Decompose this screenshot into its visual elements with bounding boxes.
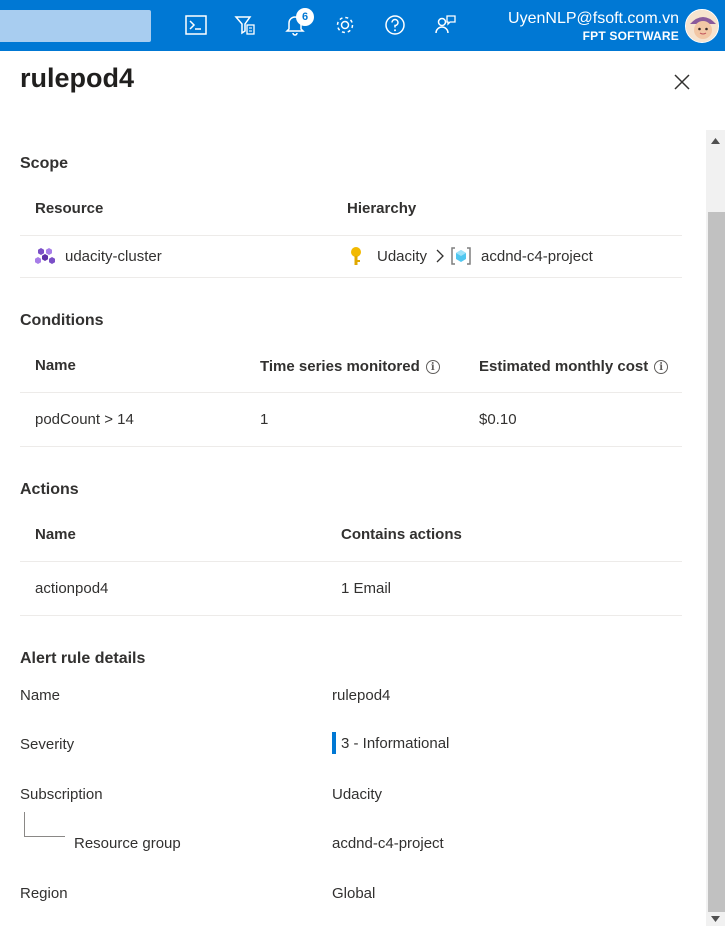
tree-connector xyxy=(24,812,65,837)
search-input[interactable] xyxy=(0,10,151,42)
conditions-column-time-series-label: Time series monitored xyxy=(260,358,420,375)
divider xyxy=(20,615,682,616)
info-icon[interactable]: i xyxy=(425,360,440,375)
detail-name-label: Name xyxy=(20,687,61,704)
scope-resource-name: udacity-cluster xyxy=(65,247,162,265)
account-info[interactable]: UyenNLP@fsoft.com.vn FPT SOFTWARE xyxy=(508,9,679,44)
top-bar: 6 UyenNLP@fsoft.com.vn FPT SOFTWARE xyxy=(0,0,725,51)
detail-resource-group-value: acdnd-c4-project xyxy=(332,835,444,852)
detail-severity-value: 3 - Informational xyxy=(332,732,449,754)
conditions-column-cost-label: Estimated monthly cost xyxy=(479,358,649,375)
details-heading: Alert rule details xyxy=(20,650,146,667)
conditions-column-time-series: Time series monitored i xyxy=(260,358,440,375)
notification-badge: 6 xyxy=(296,8,314,26)
action-contains: 1 Email xyxy=(341,580,392,597)
scope-resource[interactable]: udacity-cluster xyxy=(35,246,162,266)
condition-cost: $0.10 xyxy=(479,411,517,428)
hierarchy-subscription[interactable]: Udacity xyxy=(377,248,427,265)
detail-subscription-value: Udacity xyxy=(332,786,383,803)
conditions-column-cost: Estimated monthly cost i xyxy=(479,358,671,375)
scope-column-resource: Resource xyxy=(35,200,104,217)
hierarchy-resource-group[interactable]: acdnd-c4-project xyxy=(481,248,593,265)
account-email: UyenNLP@fsoft.com.vn xyxy=(508,10,679,27)
avatar[interactable] xyxy=(685,9,719,43)
severity-text: 3 - Informational xyxy=(341,734,450,752)
divider xyxy=(20,277,682,278)
action-group-name[interactable]: actionpod4 xyxy=(35,580,108,597)
scope-hierarchy: Udacity acdnd-c4-project xyxy=(349,246,593,266)
severity-indicator xyxy=(332,732,336,754)
detail-region-value: Global xyxy=(332,885,376,902)
divider xyxy=(20,561,682,562)
divider xyxy=(20,446,682,447)
detail-resource-group-label: Resource group xyxy=(74,835,181,852)
cloud-shell-icon[interactable] xyxy=(181,10,211,40)
scope-heading: Scope xyxy=(20,155,69,172)
scroll-up-arrow-icon[interactable] xyxy=(706,132,725,150)
account-org: FPT SOFTWARE xyxy=(582,29,679,43)
divider xyxy=(20,392,682,393)
detail-region-label: Region xyxy=(20,885,68,902)
scroll-down-arrow-icon[interactable] xyxy=(706,912,725,926)
info-icon[interactable]: i xyxy=(654,360,669,375)
detail-severity-label: Severity xyxy=(20,736,75,753)
divider xyxy=(20,235,682,236)
actions-heading: Actions xyxy=(20,481,79,498)
gear-icon[interactable] xyxy=(330,10,360,40)
key-icon xyxy=(351,247,361,265)
conditions-heading: Conditions xyxy=(20,312,104,329)
scope-column-hierarchy: Hierarchy xyxy=(347,200,417,217)
feedback-icon[interactable] xyxy=(430,10,460,40)
chevron-right-icon xyxy=(436,249,444,263)
directory-filter-icon[interactable] xyxy=(230,10,260,40)
kubernetes-cluster-icon xyxy=(35,248,55,264)
conditions-column-name: Name xyxy=(35,357,76,374)
detail-name-value: rulepod4 xyxy=(332,687,391,704)
resource-group-icon xyxy=(451,247,471,265)
scrollbar-thumb[interactable] xyxy=(708,212,725,912)
help-icon[interactable] xyxy=(380,10,410,40)
actions-column-contains: Contains actions xyxy=(341,526,462,543)
close-icon xyxy=(674,74,690,90)
close-button[interactable] xyxy=(668,68,696,96)
condition-time-series: 1 xyxy=(260,411,269,428)
condition-name[interactable]: podCount > 14 xyxy=(35,411,134,428)
page-title: rulepod4 xyxy=(20,63,135,93)
actions-column-name: Name xyxy=(35,526,76,543)
detail-subscription-label: Subscription xyxy=(20,786,103,803)
